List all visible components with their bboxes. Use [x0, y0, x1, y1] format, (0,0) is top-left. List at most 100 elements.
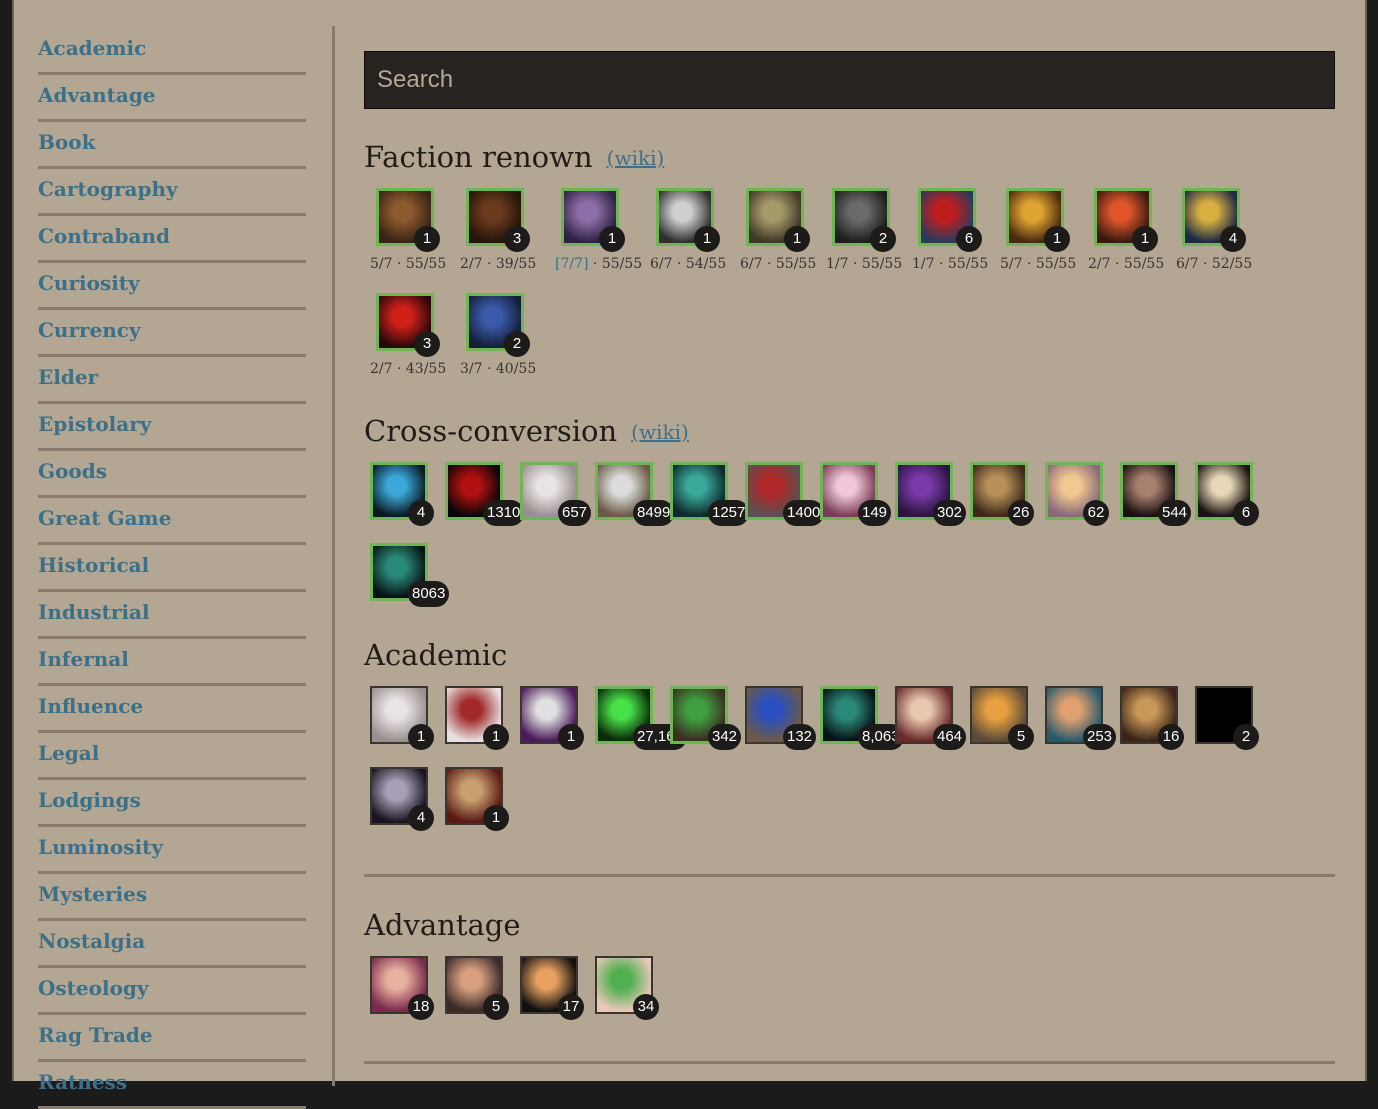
sidebar-item-academic[interactable]: Academic [38, 28, 306, 75]
main-content: Faction renown (wiki) 1 5/7 · 55/55 3 2/7 · 3… [364, 51, 1335, 1064]
item-mirror: 8499 [595, 462, 675, 542]
count-badge: 16 [1158, 724, 1184, 750]
section-title: Academic [364, 638, 507, 672]
item-storm-sea: 1257 [670, 462, 750, 542]
item-tent: 149 [820, 462, 892, 542]
item-void: 2 [1195, 686, 1259, 766]
sidebar-divider [332, 26, 335, 1086]
sidebar-item-influence[interactable]: Influence [38, 686, 306, 733]
count-badge: 1 [483, 724, 509, 750]
sidebar-item-curiosity[interactable]: Curiosity [38, 263, 306, 310]
renown-progress: 2/7 · 39/55 [460, 256, 536, 272]
item-letter: 1 [370, 686, 434, 766]
renown-level: 2/7 [1088, 256, 1111, 272]
sidebar-item-advantage[interactable]: Advantage [38, 75, 306, 122]
sidebar-item-historical[interactable]: Historical [38, 545, 306, 592]
renown-progress: 6/7 · 55/55 [740, 256, 816, 272]
sidebar-item-industrial[interactable]: Industrial [38, 592, 306, 639]
item-letter: 657 [520, 462, 592, 542]
sidebar-item-luminosity[interactable]: Luminosity [38, 827, 306, 874]
count-badge: 1 [599, 226, 625, 252]
sidebar-item-rag-trade[interactable]: Rag Trade [38, 1015, 306, 1062]
item-tankard: 1 6/7 · 54/55 [650, 188, 726, 272]
section-title-text: Faction renown [364, 140, 593, 174]
item-scholar: 464 [895, 686, 967, 766]
sidebar-item-ratness[interactable]: Ratness [38, 1062, 306, 1109]
renown-progress: 3/7 · 40/55 [460, 361, 536, 377]
renown-progress: 6/7 · 52/55 [1176, 256, 1252, 272]
renown-points: · 55/55 [1022, 256, 1077, 272]
search-input[interactable] [364, 51, 1335, 109]
item-fist: 5 [445, 956, 509, 1036]
sidebar-item-mysteries[interactable]: Mysteries [38, 874, 306, 921]
count-badge: 5 [1008, 724, 1034, 750]
sidebar-item-epistolary[interactable]: Epistolary [38, 404, 306, 451]
item-red-papers: 1 [445, 686, 509, 766]
renown-points: · 55/55 [934, 256, 989, 272]
count-badge: 62 [1083, 500, 1109, 526]
count-badge: 34 [633, 994, 659, 1020]
renown-points: · 55/55 [588, 256, 643, 272]
renown-points: · 54/55 [672, 256, 727, 272]
section-title: Cross-conversion (wiki) [364, 414, 689, 449]
item-green-candle: 27,169 [595, 686, 687, 766]
sidebar-item-cartography[interactable]: Cartography [38, 169, 306, 216]
item-mask: 253 [1045, 686, 1117, 766]
item-mountain: 544 [1120, 462, 1192, 542]
wiki-link[interactable]: (wiki) [631, 420, 689, 444]
item-typewriter: 2 1/7 · 55/55 [826, 188, 902, 272]
count-badge: 4 [1220, 226, 1246, 252]
sidebar-item-currency[interactable]: Currency [38, 310, 306, 357]
item-blue-bottle: 132 [745, 686, 817, 766]
count-badge: 149 [858, 500, 892, 526]
item-blue-flask: 4 [370, 462, 434, 542]
item-smile: 18 [370, 956, 434, 1036]
count-badge: 6 [956, 226, 982, 252]
count-badge: 1 [483, 805, 509, 831]
item-silhouettes: 6 [1195, 462, 1259, 542]
item-dark-sea: 8063 [370, 543, 450, 623]
wiki-link[interactable]: (wiki) [607, 146, 665, 170]
count-badge: 2 [1233, 724, 1259, 750]
count-badge: 5 [483, 994, 509, 1020]
sidebar-item-contraband[interactable]: Contraband [38, 216, 306, 263]
renown-points: · 39/55 [482, 256, 537, 272]
count-badge: 1 [414, 226, 440, 252]
count-badge: 17 [558, 994, 584, 1020]
count-badge: 464 [933, 724, 967, 750]
section-title: Advantage [364, 908, 521, 942]
item-geode: 1 [520, 686, 584, 766]
item-skull-flask: 4 [370, 767, 434, 847]
item-key: 1 6/7 · 55/55 [740, 188, 816, 272]
sidebar-item-nostalgia[interactable]: Nostalgia [38, 921, 306, 968]
renown-level: 6/7 [1176, 256, 1199, 272]
count-badge: 1 [694, 226, 720, 252]
sidebar-item-book[interactable]: Book [38, 122, 306, 169]
sidebar-item-elder[interactable]: Elder [38, 357, 306, 404]
renown-progress: [7/7] · 55/55 [555, 256, 642, 272]
sidebar-item-great-game[interactable]: Great Game [38, 498, 306, 545]
sidebar-item-lodgings[interactable]: Lodgings [38, 780, 306, 827]
renown-progress: 2/7 · 43/55 [370, 361, 446, 377]
count-badge: 8499 [633, 500, 675, 526]
count-badge: 1 [1132, 226, 1158, 252]
count-badge: 1 [558, 724, 584, 750]
count-badge: 3 [414, 331, 440, 357]
sidebar-item-infernal[interactable]: Infernal [38, 639, 306, 686]
item-sigil: 1 [445, 767, 509, 847]
renown-level: [7/7] [555, 256, 589, 272]
sidebar-item-goods[interactable]: Goods [38, 451, 306, 498]
count-badge: 2 [870, 226, 896, 252]
section-divider [364, 874, 1335, 877]
renown-level: 3/7 [460, 361, 483, 377]
item-books: 16 [1120, 686, 1184, 766]
item-red-eyes: 1310 [445, 462, 525, 542]
count-badge: 3 [504, 226, 530, 252]
section-title: Faction renown (wiki) [364, 140, 664, 175]
renown-progress: 1/7 · 55/55 [912, 256, 988, 272]
sidebar-item-osteology[interactable]: Osteology [38, 968, 306, 1015]
sidebar-item-legal[interactable]: Legal [38, 733, 306, 780]
renown-progress: 5/7 · 55/55 [370, 256, 446, 272]
count-badge: 1310 [483, 500, 525, 526]
renown-progress: 2/7 · 55/55 [1088, 256, 1164, 272]
